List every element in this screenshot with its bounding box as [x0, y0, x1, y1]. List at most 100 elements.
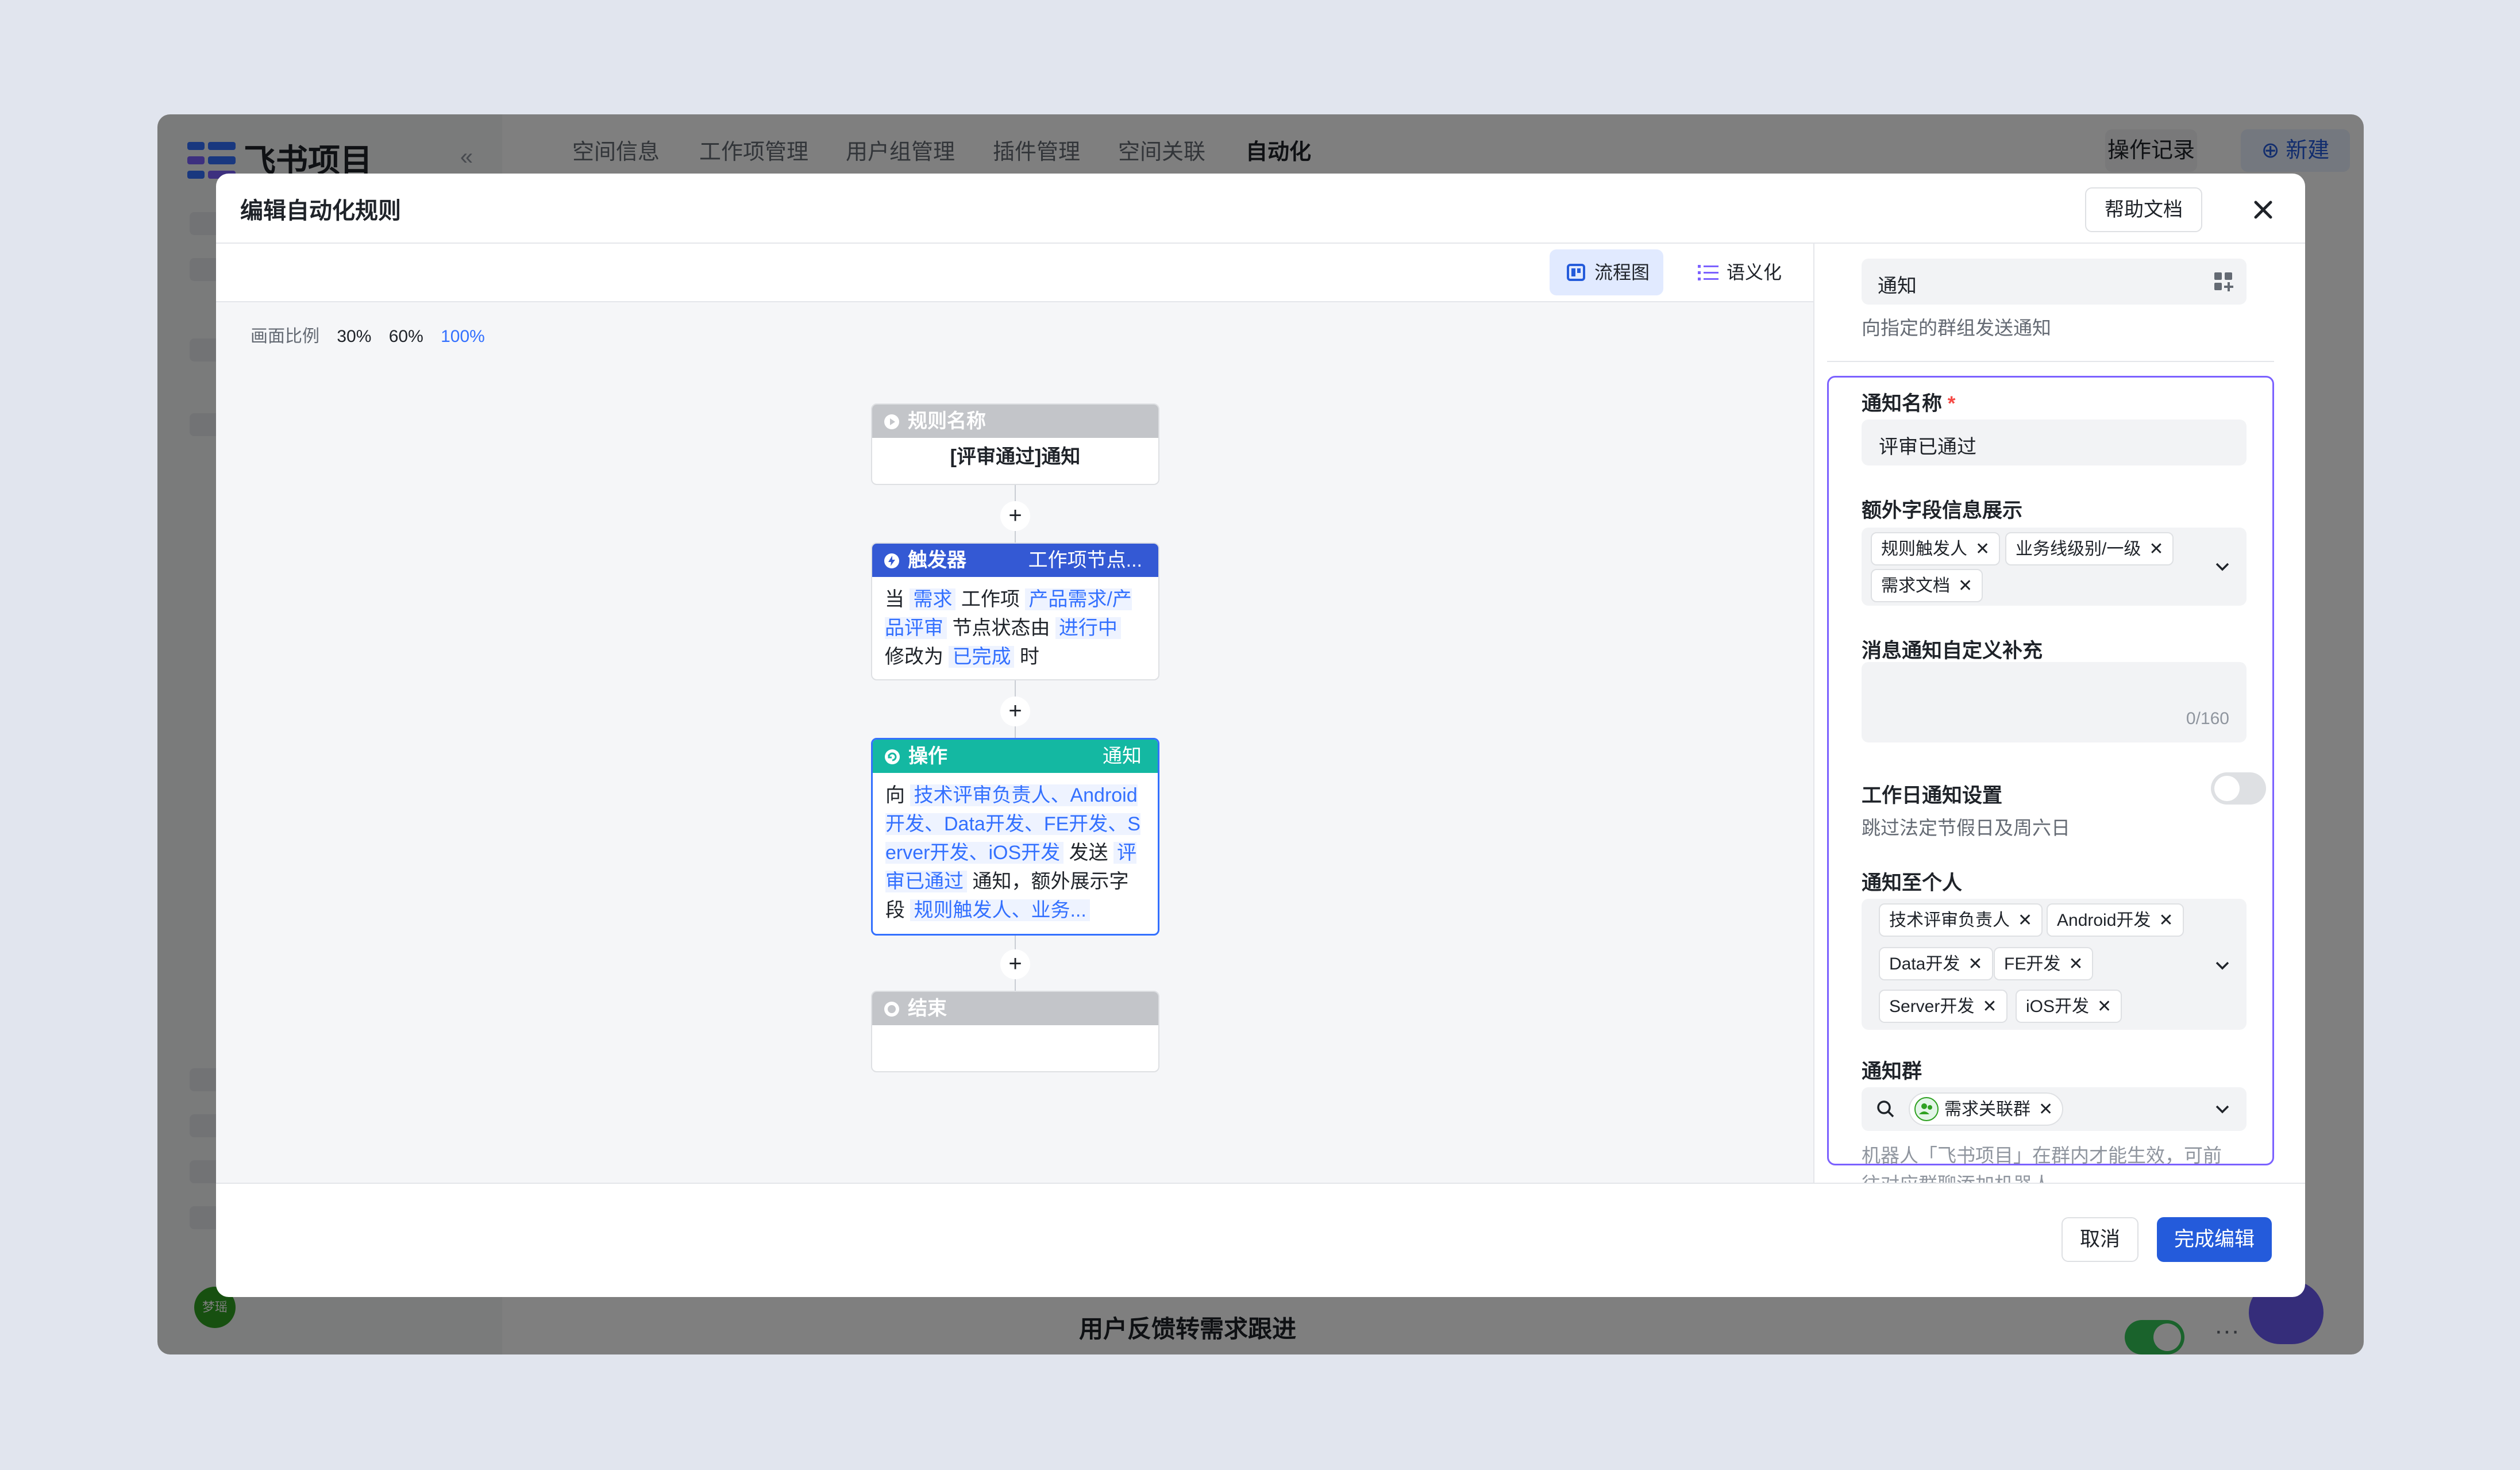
custom-message-label: 消息通知自定义补充 [1862, 640, 2043, 662]
help-docs-button[interactable]: 帮助文档 [2085, 187, 2202, 232]
notify-name-label: 通知名称 * [1862, 392, 1956, 415]
end-node[interactable]: 结束 [871, 991, 1159, 1072]
zoom-option-60[interactable]: 60% [389, 327, 423, 346]
group-hint-line1: 机器人「飞书项目」在群内才能生效，可前 [1862, 1145, 2222, 1166]
remove-tag-icon[interactable]: ✕ [2068, 955, 2083, 973]
extra-field-tag[interactable]: 业务线级别/一级 ✕ [2005, 532, 2174, 565]
action-description: 向 技术评审负责人、Android开发、Data开发、FE开发、Server开发… [873, 773, 1158, 933]
view-semantic-button[interactable]: 语义化 [1681, 249, 1794, 295]
trigger-node-title: 触发器 [908, 549, 966, 571]
action-text: 发送 [1069, 842, 1108, 864]
recipient-tag[interactable]: Server开发 ✕ [1879, 990, 2007, 1023]
action-type: 通知 [1103, 745, 1142, 767]
recipient-tag[interactable]: Data开发 ✕ [1879, 947, 1993, 980]
trigger-work-item-type: 需求 [910, 588, 956, 610]
panel-divider [1827, 361, 2274, 362]
trigger-text: 修改为 [885, 646, 943, 668]
trigger-text: 时 [1019, 646, 1039, 668]
remove-tag-icon[interactable]: ✕ [2018, 911, 2032, 930]
workday-toggle[interactable] [2211, 772, 2266, 805]
remove-tag-icon[interactable]: ✕ [1958, 576, 1972, 595]
remove-tag-icon[interactable]: ✕ [1982, 997, 1997, 1016]
view-semantic-label: 语义化 [1727, 262, 1782, 283]
trigger-node[interactable]: 触发器 工作项节点... 当 需求 工作项 产品需求/产品评审 节点状态由 进行… [871, 542, 1159, 680]
edit-automation-rule-modal: 编辑自动化规则 帮助文档 流程图 语义化 画面比例 30% 60% 100% +… [216, 174, 2305, 1297]
chevron-down-icon[interactable] [2213, 956, 2232, 975]
modal-title: 编辑自动化规则 [240, 198, 401, 224]
close-icon [2254, 201, 2272, 219]
action-node-header: 操作 通知 [873, 740, 1158, 773]
trigger-text: 工作项 [961, 588, 1020, 610]
notify-name-value: 评审已通过 [1879, 436, 1976, 458]
rule-name-node-header: 规则名称 [872, 405, 1158, 438]
action-node-title: 操作 [908, 745, 947, 767]
remove-tag-icon[interactable]: ✕ [1968, 955, 1982, 973]
search-icon [1877, 1100, 1894, 1118]
trigger-text: 节点状态由 [952, 617, 1050, 639]
lightning-icon [884, 553, 899, 568]
recipient-tag[interactable]: FE开发 ✕ [1994, 947, 2094, 980]
extra-field-tag[interactable]: 需求文档 ✕ [1871, 569, 1983, 602]
extra-fields-select[interactable]: 规则触发人 ✕ 业务线级别/一级 ✕ 需求文档 ✕ [1862, 528, 2247, 606]
workday-setting-label: 工作日通知设置 [1862, 784, 2003, 807]
action-node[interactable]: 操作 通知 向 技术评审负责人、Android开发、Data开发、FE开发、Se… [871, 738, 1159, 936]
trigger-type: 工作项节点... [1028, 549, 1142, 571]
close-button[interactable] [2244, 191, 2282, 229]
stop-circle-icon [884, 1002, 899, 1017]
notify-personal-select[interactable]: 技术评审负责人 ✕ Android开发 ✕ Data开发 ✕ FE开发 ✕ Server… [1862, 899, 2247, 1030]
list-icon [1698, 265, 1718, 280]
footer-divider [216, 1183, 2305, 1184]
notify-name-input[interactable]: 评审已通过 [1862, 420, 2247, 465]
rule-name-value: [评审通过]通知 [950, 446, 1081, 468]
chevron-down-icon[interactable] [2213, 1100, 2232, 1118]
trigger-text: 当 [885, 588, 904, 610]
trigger-node-header: 触发器 工作项节点... [872, 544, 1158, 577]
cancel-button[interactable]: 取消 [2062, 1217, 2138, 1262]
remove-tag-icon[interactable]: ✕ [2159, 911, 2173, 930]
rule-name-node-title: 规则名称 [908, 410, 986, 432]
remove-tag-icon[interactable]: ✕ [2149, 540, 2163, 559]
workday-hint: 跳过法定节假日及周六日 [1862, 817, 2070, 838]
group-tag[interactable]: 需求关联群 ✕ [1909, 1092, 2064, 1126]
group-hint-line2: 往对应群聊添加机器人 [1862, 1169, 2051, 1183]
recipient-tag[interactable]: Android开发 ✕ [2047, 903, 2184, 937]
custom-message-textarea[interactable]: 0/160 [1862, 662, 2247, 742]
recipient-tag[interactable]: iOS开发 ✕ [2016, 990, 2122, 1023]
grid-add-icon [2214, 272, 2233, 291]
finish-edit-button[interactable]: 完成编辑 [2157, 1217, 2272, 1262]
add-node-button[interactable]: + [1000, 501, 1030, 531]
end-node-title: 结束 [908, 998, 947, 1019]
zoom-label: 画面比例 [251, 327, 319, 346]
view-flowchart-button[interactable]: 流程图 [1550, 249, 1663, 295]
action-type-hint: 向指定的群组发送通知 [1862, 317, 2051, 338]
add-node-button[interactable]: + [1000, 949, 1030, 979]
extra-fields-label: 额外字段信息展示 [1862, 499, 2023, 522]
chevron-down-icon[interactable] [2213, 557, 2232, 576]
zoom-option-100[interactable]: 100% [441, 327, 485, 346]
zoom-option-30[interactable]: 30% [337, 327, 371, 346]
group-chat-icon [1914, 1097, 1939, 1121]
view-flowchart-label: 流程图 [1594, 262, 1650, 283]
remove-tag-icon[interactable]: ✕ [2039, 1100, 2053, 1119]
trigger-description: 当 需求 工作项 产品需求/产品评审 节点状态由 进行中 修改为 已完成 时 [872, 577, 1158, 679]
trigger-to-status: 已完成 [949, 646, 1015, 668]
canvas-toolbar: 流程图 语义化 [216, 244, 1813, 302]
remove-tag-icon[interactable]: ✕ [2097, 997, 2111, 1016]
config-panel[interactable]: 通知 向指定的群组发送通知 通知名称 * 评审已通过 额外字段信息展示 规则触发… [1813, 244, 2305, 1183]
toggle-knob [2214, 776, 2240, 801]
trigger-from-status: 进行中 [1055, 617, 1121, 639]
add-node-button[interactable]: + [1000, 696, 1030, 726]
recipient-tag[interactable]: 技术评审负责人 ✕ [1879, 903, 2043, 937]
end-node-header: 结束 [872, 992, 1158, 1025]
flow-canvas[interactable]: 流程图 语义化 画面比例 30% 60% 100% + + + 规则名称 [评审… [216, 244, 1813, 1183]
rule-name-node[interactable]: 规则名称 [评审通过]通知 [871, 403, 1159, 485]
required-mark: * [1947, 392, 1956, 415]
action-extra-fields: 规则触发人、业务... [910, 899, 1090, 921]
notify-group-select[interactable]: 需求关联群 ✕ [1862, 1087, 2247, 1131]
extra-field-tag[interactable]: 规则触发人 ✕ [1871, 532, 2001, 565]
action-text: 向 [885, 784, 905, 806]
action-type-value: 通知 [1878, 275, 1917, 297]
action-type-select[interactable]: 通知 [1862, 259, 2247, 305]
remove-tag-icon[interactable]: ✕ [1975, 540, 1990, 559]
char-counter: 0/160 [2186, 709, 2229, 728]
